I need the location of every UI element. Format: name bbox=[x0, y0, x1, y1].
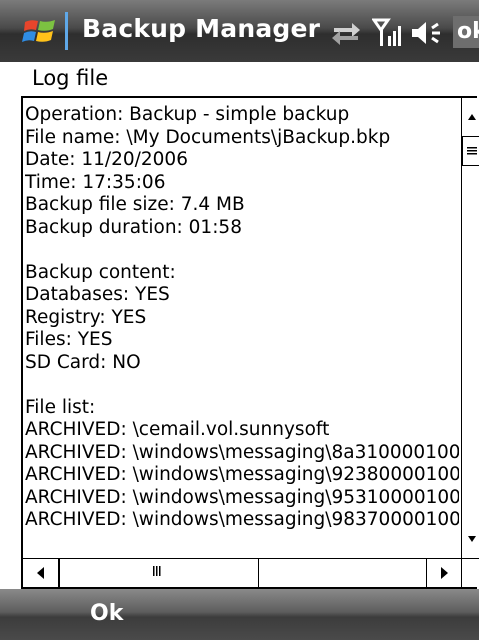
arrow-down-icon bbox=[468, 536, 476, 542]
log-line: Date: 11/20/2006 bbox=[25, 149, 188, 170]
scrollbar-corner bbox=[461, 558, 479, 587]
log-line: Backup file size: 7.4 MB bbox=[25, 194, 245, 215]
log-line: File list: bbox=[25, 396, 96, 418]
log-line: Time: 17:35:06 bbox=[25, 171, 166, 193]
log-line: Registry: YES bbox=[25, 306, 147, 328]
arrow-left-icon bbox=[37, 567, 44, 579]
log-line: ARCHIVED: \windows\messaging\98370000100… bbox=[25, 509, 459, 530]
connectivity-icon[interactable] bbox=[330, 18, 362, 46]
grip-icon bbox=[153, 566, 161, 576]
title-bar: Backup Manager ok bbox=[0, 0, 479, 62]
arrow-up-icon bbox=[468, 114, 476, 120]
scroll-left-button[interactable] bbox=[23, 559, 59, 587]
scroll-up-button[interactable] bbox=[462, 98, 479, 138]
log-line: ARCHIVED: \cemail.vol.sunnysoft bbox=[25, 419, 330, 440]
log-line: Files: YES bbox=[25, 329, 113, 350]
log-viewer[interactable]: Operation: Backup - simple backup File n… bbox=[21, 96, 479, 589]
scroll-down-button[interactable] bbox=[462, 528, 479, 558]
signal-strength-icon[interactable] bbox=[372, 18, 404, 48]
log-text-area[interactable]: Operation: Backup - simple backup File n… bbox=[25, 104, 459, 556]
log-line: ARCHIVED: \windows\messaging\95310000100… bbox=[25, 486, 459, 508]
softkey-bar: Ok bbox=[0, 589, 479, 640]
log-line: SD Card: NO bbox=[25, 351, 141, 373]
vertical-scrollbar[interactable] bbox=[461, 98, 479, 558]
arrow-right-icon bbox=[441, 567, 448, 579]
log-line: ARCHIVED: \windows\messaging\8a310000100… bbox=[25, 441, 459, 463]
volume-icon[interactable] bbox=[410, 18, 444, 48]
grip-icon bbox=[467, 147, 477, 155]
title-ok-button[interactable]: ok bbox=[453, 16, 479, 48]
log-line: Backup content: bbox=[25, 261, 176, 283]
windows-start-icon[interactable] bbox=[22, 13, 58, 49]
vertical-scroll-thumb[interactable] bbox=[462, 136, 479, 166]
log-file-label: Log file bbox=[32, 66, 109, 90]
log-line: Backup duration: 01:58 bbox=[25, 216, 242, 238]
ok-softkey[interactable]: Ok bbox=[90, 601, 123, 626]
title-separator bbox=[65, 12, 68, 50]
horizontal-scrollbar[interactable] bbox=[23, 558, 461, 587]
horizontal-scroll-thumb[interactable] bbox=[59, 559, 259, 587]
app-title: Backup Manager bbox=[82, 14, 321, 43]
scroll-right-button[interactable] bbox=[426, 559, 460, 587]
log-line: Databases: YES bbox=[25, 284, 170, 305]
log-line: Operation: Backup - simple backup bbox=[25, 104, 350, 125]
log-line: File name: \My Documents\jBackup.bkp bbox=[25, 126, 391, 148]
log-line: ARCHIVED: \windows\messaging\92380000100… bbox=[25, 464, 459, 485]
